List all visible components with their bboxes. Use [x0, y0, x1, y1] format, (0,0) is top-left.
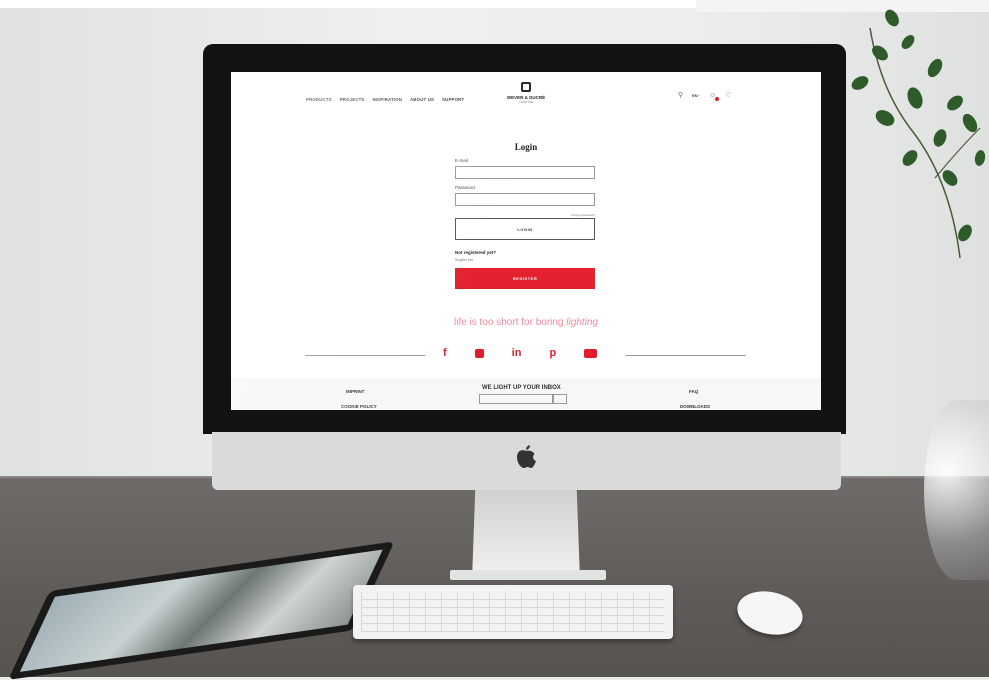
plant — [840, 8, 989, 259]
glass-vase — [924, 400, 989, 580]
brand-sub: LIGHTING — [518, 100, 534, 104]
language-selector[interactable]: EN · — [692, 93, 700, 98]
monitor-stand — [472, 490, 580, 580]
youtube-icon[interactable] — [584, 349, 598, 358]
keyboard-keys — [361, 592, 665, 632]
footer-imprint-link[interactable]: IMPRINT — [346, 389, 365, 394]
keyboard — [353, 585, 673, 639]
newsletter-input[interactable] — [479, 394, 553, 404]
tagline-text: life is too short for boring — [454, 317, 567, 328]
website-screen: PRODUCTS PROJECTS INSPIRATION ABOUT US S… — [231, 72, 821, 410]
register-free-text: Register free — [455, 258, 474, 262]
login-title: Login — [514, 142, 538, 152]
divider-right — [626, 355, 746, 356]
email-label: E-mail — [455, 158, 468, 163]
footer-cookie-link[interactable]: COOKIE POLICY — [341, 404, 377, 409]
divider-left — [305, 355, 425, 356]
linkedin-icon[interactable]: in — [512, 347, 522, 359]
brand-mark-icon — [521, 82, 531, 92]
header-icons: ⚲ EN · ☺ ♡ — [678, 91, 732, 101]
login-button[interactable]: LOGIN — [455, 218, 595, 240]
newsletter-heading: WE LIGHT UP YOUR INBOX — [482, 385, 561, 391]
nav-about-us[interactable]: ABOUT US — [410, 97, 434, 102]
cart-icon[interactable]: ♡ — [725, 91, 731, 99]
email-field[interactable] — [455, 166, 595, 179]
password-label: Password — [455, 185, 475, 190]
forgot-password-link[interactable]: Forgot password? — [531, 213, 595, 217]
register-button[interactable]: REGISTER — [455, 268, 595, 289]
brand-logo[interactable]: WEVER & DUCRÉ LIGHTING — [496, 82, 556, 104]
facebook-icon[interactable]: f — [443, 347, 447, 359]
password-field[interactable] — [455, 193, 595, 206]
main-nav: PRODUCTS PROJECTS INSPIRATION ABOUT US S… — [306, 97, 464, 102]
tagline-emphasis: lighting — [566, 317, 598, 328]
social-links: f in p — [443, 347, 598, 359]
tagline: life is too short for boring lighting — [231, 317, 821, 328]
nav-projects[interactable]: PROJECTS — [340, 97, 365, 102]
footer-downloads-link[interactable]: DOWNLOADS — [680, 404, 710, 409]
not-registered-heading: Not registered yet? — [455, 250, 497, 255]
search-icon[interactable]: ⚲ — [678, 91, 683, 99]
pinterest-icon[interactable]: p — [549, 347, 556, 359]
nav-products[interactable]: PRODUCTS — [306, 97, 332, 102]
cart-badge — [715, 97, 719, 101]
monitor-stand-foot — [450, 570, 606, 580]
nav-inspiration[interactable]: INSPIRATION — [372, 97, 402, 102]
apple-logo-icon — [515, 443, 537, 469]
instagram-icon[interactable] — [474, 349, 484, 358]
nav-support[interactable]: SUPPORT — [442, 97, 464, 102]
footer-faq-link[interactable]: FAQ — [689, 389, 698, 394]
newsletter-submit-button[interactable] — [553, 394, 567, 404]
